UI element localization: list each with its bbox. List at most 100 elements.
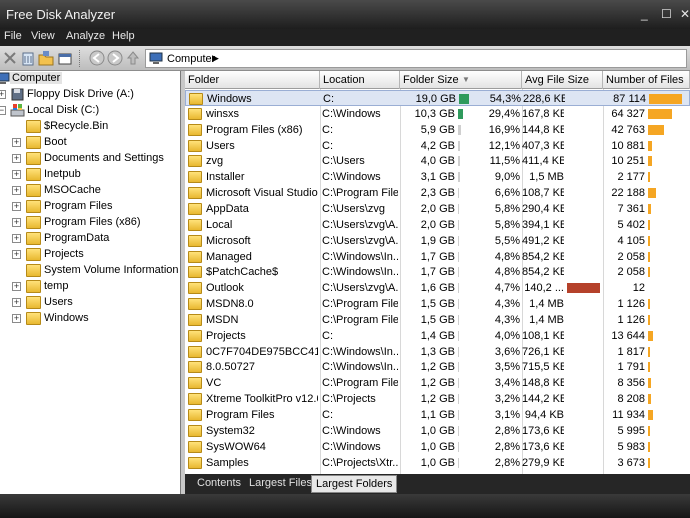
- number-of-files: 11 934: [612, 409, 645, 421]
- table-row[interactable]: 0C7F704DE975BCC419... C:\Windows\In... 1,3…: [185, 344, 690, 360]
- size-percent-bar: [458, 378, 459, 389]
- minimize-button[interactable]: _: [641, 7, 648, 21]
- number-of-files: 1 791: [617, 361, 645, 374]
- size-percent-bar: [458, 457, 459, 468]
- number-of-files: 10 251: [611, 155, 645, 168]
- recycle-bin-icon[interactable]: [20, 50, 36, 66]
- folder-size-percent: 5,8%: [494, 202, 520, 215]
- menu-view[interactable]: View: [31, 30, 55, 42]
- tree-item-label: MSOCache: [44, 184, 101, 196]
- folder-icon: [26, 168, 41, 181]
- expand-icon[interactable]: +: [12, 250, 21, 259]
- files-count-bar: [648, 108, 673, 119]
- folder-size-percent: 29,4%: [488, 107, 520, 120]
- folder-name: Program Files: [206, 409, 275, 421]
- column-header-folder[interactable]: Folder: [185, 71, 320, 89]
- expand-icon[interactable]: +: [12, 170, 21, 179]
- tab-largest-files[interactable]: Largest Files: [245, 475, 316, 493]
- folder-size-percent: 2,8%: [494, 440, 520, 453]
- column-header-folder-size[interactable]: Folder Size ▼: [400, 71, 522, 89]
- files-count-bar: [648, 203, 651, 214]
- back-icon[interactable]: [89, 50, 105, 66]
- table-row[interactable]: Managed C:\Windows\In... 1,7 GB 4,8% 854,2 K…: [185, 249, 690, 265]
- expand-icon[interactable]: +: [12, 202, 21, 211]
- folder-size: 1,7 GB: [420, 250, 455, 263]
- folder-size: 1,2 GB: [420, 377, 455, 390]
- menu-analyze[interactable]: Analyze: [66, 30, 105, 42]
- table-row[interactable]: winsxs C:\Windows 10,3 GB 29,4% 167,8 KB 64 3…: [185, 106, 690, 122]
- size-percent-bar: [458, 394, 459, 405]
- menu-help[interactable]: Help: [112, 30, 135, 42]
- menu-file[interactable]: File: [4, 30, 22, 42]
- files-count-bar: [648, 188, 657, 199]
- folder-size: 2,0 GB: [420, 202, 455, 215]
- folder-size-percent: 4,3%: [494, 313, 520, 326]
- expand-icon[interactable]: +: [12, 282, 21, 291]
- tree-item-label: Local Disk (C:): [27, 104, 100, 116]
- table-row[interactable]: 8.0.50727 C:\Windows\In... 1,2 GB 3,5% 715,5…: [185, 359, 690, 375]
- table-row[interactable]: Windows C: 19,0 GB 54,3% 228,6 KB 87 114: [185, 90, 690, 106]
- number-of-files: 2 058: [617, 250, 645, 263]
- expand-icon[interactable]: +: [0, 90, 6, 99]
- table-row[interactable]: Microsoft C:\Users\zvg\A... 1,9 GB 5,5% 491,…: [185, 233, 690, 249]
- table-row[interactable]: Program Files (x86) C: 5,9 GB 16,9% 144,8 KB…: [185, 122, 690, 138]
- size-percent-bar: [458, 140, 461, 151]
- folder-size: 1,0 GB: [420, 424, 455, 437]
- expand-icon[interactable]: +: [12, 314, 21, 323]
- folder-location: C:\Projects: [322, 393, 376, 406]
- table-row[interactable]: Outlook C:\Users\zvg\A... 1,6 GB 4,7% 140,2 …: [185, 280, 690, 296]
- up-folder-icon[interactable]: [125, 50, 141, 66]
- tab-largest-folders[interactable]: Largest Folders: [311, 475, 398, 493]
- delete-icon[interactable]: [2, 50, 18, 66]
- table-row[interactable]: VC C:\Program File... 1,2 GB 3,4%148,8 KB 8 …: [185, 375, 690, 391]
- files-count-bar: [648, 314, 650, 325]
- table-row[interactable]: $PatchCache$ C:\Windows\In... 1,7 GB 4,8% 85…: [185, 264, 690, 280]
- number-of-files: 5 402: [617, 218, 645, 231]
- table-row[interactable]: MSDN8.0 C:\Program File... 1,5 GB 4,3% 1,4 M…: [185, 296, 690, 312]
- avg-file-size: 854,2 KB: [522, 266, 564, 279]
- breadcrumb-arrow-icon[interactable]: ▶: [212, 53, 219, 64]
- table-row[interactable]: zvg C:\Users 4,0 GB 11,5% 411,4 KB 10 251: [185, 153, 690, 169]
- folder-size-percent: 4,8%: [494, 250, 520, 263]
- folder-location: C:\Projects\Xtr...: [322, 456, 398, 469]
- files-count-bar: [648, 172, 650, 183]
- folder-icon: [188, 250, 202, 263]
- avg-file-size: 279,9 KB: [522, 456, 564, 469]
- maximize-button[interactable]: ☐: [661, 7, 672, 21]
- avg-file-size: 108,1 KB: [522, 329, 564, 342]
- files-count-bar: [648, 457, 650, 468]
- collapse-icon[interactable]: −: [0, 106, 6, 115]
- close-button[interactable]: ✕: [680, 7, 690, 21]
- forward-icon[interactable]: [107, 50, 123, 66]
- table-row[interactable]: Installer C:\Windows 3,1 GB 9,0% 1,5 MB 2 177: [185, 169, 690, 185]
- expand-icon[interactable]: +: [12, 154, 21, 163]
- table-row[interactable]: AppData C:\Users\zvg 2,0 GB 5,8% 290,4 KB 7 3…: [185, 201, 690, 217]
- table-row[interactable]: Xtreme ToolkitPro v12.0.2 C:\Projects 1,2 …: [185, 391, 690, 407]
- table-row[interactable]: Program Files C: 1,1 GB 3,1% 94,4 KB 11 934: [185, 407, 690, 423]
- tree-item-label: Documents and Settings: [44, 152, 164, 164]
- table-row[interactable]: System32 C:\Windows 1,0 GB 2,8% 173,6 KB 5 99…: [185, 423, 690, 439]
- folder-size-percent: 11,5%: [489, 155, 520, 168]
- files-count-bar: [648, 267, 650, 278]
- column-header-number-of-files[interactable]: Number of Files: [603, 71, 690, 89]
- table-row[interactable]: Samples C:\Projects\Xtr... 1,0 GB 2,8% 279,9…: [185, 455, 690, 471]
- column-header-location[interactable]: Location: [320, 71, 400, 89]
- table-row[interactable]: Local C:\Users\zvg\A... 2,0 GB 5,8% 394,1 KB…: [185, 217, 690, 233]
- expand-icon[interactable]: +: [12, 298, 21, 307]
- table-row[interactable]: Users C: 4,2 GB 12,1% 407,3 KB 10 881: [185, 138, 690, 154]
- table-row[interactable]: Projects C: 1,4 GB 4,0% 108,1 KB 13 644: [185, 328, 690, 344]
- address-bar[interactable]: Computer ▶: [145, 49, 687, 68]
- tab-contents[interactable]: Contents: [193, 475, 245, 493]
- folder-open-icon[interactable]: [38, 50, 54, 66]
- column-header-avg-file-size[interactable]: Avg File Size: [522, 71, 603, 89]
- expand-icon[interactable]: +: [12, 218, 21, 227]
- table-row[interactable]: SysWOW64 C:\Windows 1,0 GB 2,8% 173,6 KB 5 98…: [185, 439, 690, 455]
- expand-icon[interactable]: +: [12, 234, 21, 243]
- number-of-files: 8 208: [617, 393, 645, 406]
- expand-icon[interactable]: +: [12, 138, 21, 147]
- table-row[interactable]: Microsoft Visual Studio 8 C:\Program File…: [185, 185, 690, 201]
- copy-window-icon[interactable]: [57, 50, 73, 66]
- table-row[interactable]: MSDN C:\Program File... 1,5 GB 4,3% 1,4 MB 1 …: [185, 312, 690, 328]
- avg-file-size: 173,6 KB: [522, 424, 564, 437]
- expand-icon[interactable]: +: [12, 186, 21, 195]
